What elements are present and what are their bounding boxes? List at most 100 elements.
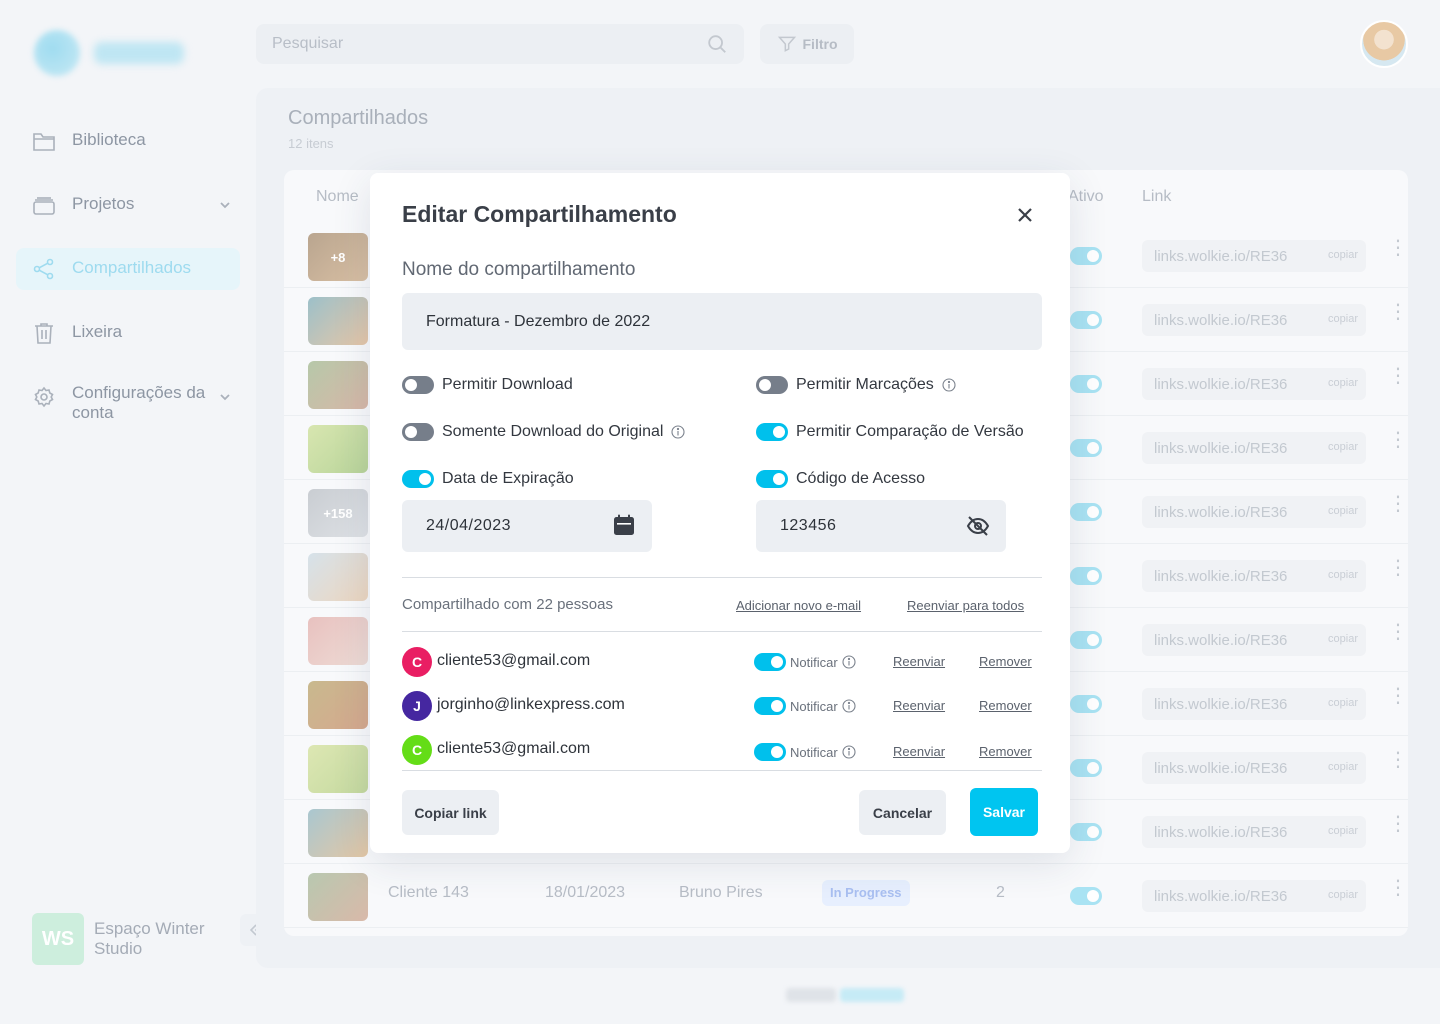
active-toggle[interactable] bbox=[1070, 503, 1102, 521]
copy-link-button[interactable]: copiar bbox=[1328, 633, 1358, 645]
search-icon[interactable] bbox=[706, 33, 728, 55]
share-name-input[interactable] bbox=[402, 293, 1042, 350]
more-options-icon[interactable]: ⋮ bbox=[1388, 558, 1408, 588]
active-toggle[interactable] bbox=[1070, 759, 1102, 777]
sidebar-item-label: Compartilhados bbox=[72, 258, 192, 277]
row-thumbnail bbox=[304, 357, 368, 409]
workspace-profile[interactable]: WS Espaço Winter Studio bbox=[32, 913, 234, 965]
sidebar-item-lixeira[interactable]: Lixeira bbox=[16, 312, 240, 354]
more-options-icon[interactable]: ⋮ bbox=[1388, 494, 1408, 524]
person-avatar: J bbox=[402, 691, 432, 721]
copy-link-button[interactable]: copiar bbox=[1328, 441, 1358, 453]
share-link-text: links.wolkie.io/RE36 bbox=[1154, 248, 1288, 265]
column-header-link[interactable]: Link bbox=[1142, 188, 1171, 206]
user-avatar[interactable] bbox=[1360, 20, 1408, 68]
chevron-down-icon[interactable] bbox=[218, 390, 232, 404]
info-icon[interactable] bbox=[942, 378, 956, 392]
remove-link[interactable]: Remover bbox=[979, 654, 1032, 669]
more-options-icon[interactable]: ⋮ bbox=[1388, 302, 1408, 332]
more-options-icon[interactable]: ⋮ bbox=[1388, 366, 1408, 396]
shared-person-row: C cliente53@gmail.com Notificar Reenviar… bbox=[402, 647, 1042, 677]
copy-link-button[interactable]: copiar bbox=[1328, 761, 1358, 773]
person-avatar: C bbox=[402, 735, 432, 765]
table-row[interactable]: Cliente 143 18/01/2023 Bruno Pires 2 In Prog… bbox=[284, 864, 1408, 928]
active-toggle[interactable] bbox=[1070, 631, 1102, 649]
info-icon[interactable] bbox=[842, 745, 856, 759]
copy-link-button[interactable]: copiar bbox=[1328, 569, 1358, 581]
logo-wordmark bbox=[94, 42, 184, 64]
shared-person-row: C cliente53@gmail.com Notificar Reenviar… bbox=[402, 735, 1042, 765]
column-header-name[interactable]: Nome bbox=[316, 188, 359, 206]
share-link-text: links.wolkie.io/RE36 bbox=[1154, 888, 1288, 905]
option-label: Somente Download do Original bbox=[442, 423, 664, 440]
calendar-icon[interactable] bbox=[612, 513, 636, 537]
version-compare-toggle[interactable] bbox=[756, 423, 788, 441]
archive-icon bbox=[33, 197, 55, 215]
notify-control: Notificar bbox=[754, 743, 856, 761]
resend-link[interactable]: Reenviar bbox=[893, 654, 945, 669]
search-input[interactable]: Pesquisar bbox=[256, 24, 744, 64]
copy-link-button[interactable]: copiar bbox=[1328, 505, 1358, 517]
share-link-box: links.wolkie.io/RE36 copiar bbox=[1142, 752, 1366, 784]
person-email: cliente53@gmail.com bbox=[437, 740, 591, 757]
resend-link[interactable]: Reenviar bbox=[893, 698, 945, 713]
filter-button[interactable]: Filtro bbox=[760, 24, 854, 64]
active-toggle[interactable] bbox=[1070, 375, 1102, 393]
info-icon[interactable] bbox=[671, 425, 686, 439]
copy-link-button[interactable]: copiar bbox=[1328, 377, 1358, 389]
notify-toggle[interactable] bbox=[754, 743, 786, 761]
sidebar-item-biblioteca[interactable]: Biblioteca bbox=[16, 120, 240, 162]
copy-link-button[interactable]: Copiar link bbox=[402, 790, 499, 835]
add-email-link[interactable]: Adicionar novo e-mail bbox=[736, 598, 861, 613]
active-toggle[interactable] bbox=[1070, 311, 1102, 329]
copy-link-button[interactable]: copiar bbox=[1328, 313, 1358, 325]
share-link-box: links.wolkie.io/RE36 copiar bbox=[1142, 240, 1366, 272]
notify-toggle[interactable] bbox=[754, 653, 786, 671]
remove-link[interactable]: Remover bbox=[979, 698, 1032, 713]
save-button[interactable]: Salvar bbox=[970, 788, 1038, 836]
access-code-toggle[interactable] bbox=[756, 470, 788, 488]
resend-link[interactable]: Reenviar bbox=[893, 744, 945, 759]
allow-marks-toggle[interactable] bbox=[756, 376, 788, 394]
workspace-avatar: WS bbox=[32, 913, 84, 965]
status-badge: In Progress bbox=[822, 880, 910, 906]
trash-icon bbox=[35, 323, 53, 344]
sidebar-item-configuracoes[interactable]: Configurações da conta bbox=[16, 376, 240, 432]
expiration-toggle[interactable] bbox=[402, 470, 434, 488]
sidebar-item-compartilhados[interactable]: Compartilhados bbox=[16, 248, 240, 290]
share-name-label: Nome do compartilhamento bbox=[402, 259, 636, 280]
copy-link-button[interactable]: copiar bbox=[1328, 249, 1358, 261]
more-options-icon[interactable]: ⋮ bbox=[1388, 750, 1408, 780]
more-options-icon[interactable]: ⋮ bbox=[1388, 238, 1408, 268]
active-toggle[interactable] bbox=[1070, 567, 1102, 585]
active-toggle[interactable] bbox=[1070, 247, 1102, 265]
copy-link-button[interactable]: copiar bbox=[1328, 889, 1358, 901]
notify-toggle[interactable] bbox=[754, 697, 786, 715]
chevron-down-icon[interactable] bbox=[218, 198, 232, 212]
eye-off-icon[interactable] bbox=[966, 514, 990, 538]
more-options-icon[interactable]: ⋮ bbox=[1388, 878, 1408, 908]
more-options-icon[interactable]: ⋮ bbox=[1388, 430, 1408, 460]
remove-link[interactable]: Remover bbox=[979, 744, 1032, 759]
more-options-icon[interactable]: ⋮ bbox=[1388, 622, 1408, 652]
active-toggle[interactable] bbox=[1070, 695, 1102, 713]
cancel-button[interactable]: Cancelar bbox=[859, 790, 946, 835]
active-toggle[interactable] bbox=[1070, 887, 1102, 905]
column-header-active[interactable]: Ativo bbox=[1068, 188, 1104, 206]
active-toggle[interactable] bbox=[1070, 439, 1102, 457]
app-logo[interactable] bbox=[34, 30, 184, 76]
copy-link-button[interactable]: copiar bbox=[1328, 825, 1358, 837]
filter-icon bbox=[777, 36, 796, 52]
active-toggle[interactable] bbox=[1070, 823, 1102, 841]
copy-link-button[interactable]: copiar bbox=[1328, 697, 1358, 709]
info-icon[interactable] bbox=[842, 655, 856, 669]
resend-all-link[interactable]: Reenviar para todos bbox=[907, 598, 1024, 613]
allow-download-toggle[interactable] bbox=[402, 376, 434, 394]
more-options-icon[interactable]: ⋮ bbox=[1388, 686, 1408, 716]
close-icon[interactable] bbox=[1013, 203, 1037, 227]
info-icon[interactable] bbox=[842, 699, 856, 713]
more-options-icon[interactable]: ⋮ bbox=[1388, 814, 1408, 844]
workspace-name: Espaço Winter Studio bbox=[94, 919, 205, 958]
original-only-toggle[interactable] bbox=[402, 423, 434, 441]
sidebar-item-projetos[interactable]: Projetos bbox=[16, 184, 240, 226]
